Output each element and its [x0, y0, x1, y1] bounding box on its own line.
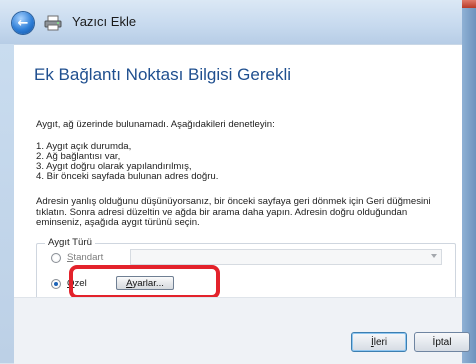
standard-device-dropdown[interactable]: [130, 249, 442, 265]
checklist: 1. Aygıt açık durumda, 2. Ağ bağlantısı …: [36, 142, 218, 182]
standard-radio-option[interactable]: Standart: [51, 252, 103, 263]
device-type-label: Aygıt Türü: [45, 237, 95, 248]
standard-label: Standart: [67, 252, 104, 263]
highlight-annotation: [69, 265, 220, 299]
intro-text: Aygıt, ağ üzerinde bulunamadı. Aşağıdaki…: [36, 119, 275, 130]
wizard-content: Ek Bağlantı Noktası Bilgisi Gerekli Aygı…: [14, 44, 462, 303]
note-line: Adresin yanlış olduğunu düşünüyorsanız, …: [36, 196, 431, 207]
back-button[interactable]: ←: [12, 12, 34, 34]
note-text: Adresin yanlış olduğunu düşünüyorsanız, …: [36, 196, 431, 229]
page-heading: Ek Bağlantı Noktası Bilgisi Gerekli: [34, 65, 291, 84]
chevron-down-icon: [431, 254, 437, 258]
back-arrow-icon: ←: [17, 15, 29, 31]
title-bar: ← Yazıcı Ekle: [0, 0, 462, 44]
wizard-footer: İleri İptal: [14, 297, 470, 364]
next-button[interactable]: İleri: [351, 332, 407, 352]
note-line: eminseniz, aşağıda aygıt türünü seçin.: [36, 217, 200, 228]
cancel-button[interactable]: İptal: [414, 332, 470, 352]
standard-radio[interactable]: [51, 252, 61, 263]
printer-icon: [44, 15, 62, 31]
window-title: Yazıcı Ekle: [72, 14, 137, 29]
checklist-item: 4. Bir önceki sayfada bulunan adres doğr…: [36, 171, 219, 182]
window-border-right: [462, 0, 476, 363]
custom-radio[interactable]: [51, 278, 61, 289]
